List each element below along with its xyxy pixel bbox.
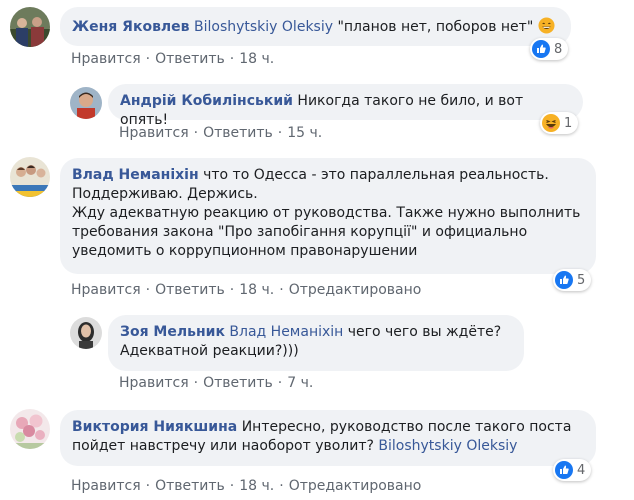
comment-author[interactable]: Андрій Кобилінський xyxy=(120,93,293,109)
separator-dot: · xyxy=(229,282,235,298)
grinning-emoji-icon xyxy=(538,17,555,35)
like-icon xyxy=(555,461,573,479)
comment-author[interactable]: Влад Неманіхін xyxy=(72,167,199,183)
separator-dot: · xyxy=(229,51,235,67)
timestamp[interactable]: 18 ч. xyxy=(239,51,274,67)
comment-text-line: что то Одесса - это параллельная реально… xyxy=(203,167,549,183)
separator-dot: · xyxy=(145,51,151,67)
comment-actions: Нравится · Ответить · 18 ч. xyxy=(71,51,274,67)
comment-text: "планов нет, поборов нет" xyxy=(333,19,538,35)
comment-text-line: Интересно, руководство после такого пост… xyxy=(241,419,572,435)
edited-label[interactable]: Отредактировано xyxy=(289,478,422,494)
mention-link[interactable]: Влад Неманіхін xyxy=(229,324,343,340)
comment-text-line: Адекватной реакции?))) xyxy=(120,343,299,359)
laugh-icon xyxy=(542,114,560,132)
reaction-count: 1 xyxy=(564,115,573,131)
timestamp[interactable]: 18 ч. xyxy=(239,478,274,494)
comment-author[interactable]: Женя Яковлев xyxy=(72,19,190,35)
comment-actions: Нравится · Ответить · 18 ч. · Отредактировано xyxy=(71,478,421,494)
avatar[interactable] xyxy=(10,7,50,47)
avatar[interactable] xyxy=(10,157,50,197)
comment-text-line: Поддерживаю. Держись. xyxy=(72,186,258,202)
comment-bubble: Виктория Ниякшина Интересно, руководство… xyxy=(60,410,596,466)
comment-bubble: Женя Яковлев Biloshytskiy Oleksiy "плано… xyxy=(60,7,571,46)
comment-text-line: требования закона "Про запобігання коруп… xyxy=(72,224,528,240)
comment-text-line: Жду адекватную реакцию от руководства. Т… xyxy=(72,205,581,221)
like-link[interactable]: Нравится xyxy=(71,51,141,67)
comment-text-line: чего чего вы ждёте? xyxy=(347,324,502,340)
comment-bubble: Зоя Мельник Влад Неманіхін чего чего вы … xyxy=(108,315,524,371)
edited-label[interactable]: Отредактировано xyxy=(289,282,422,298)
reply-link[interactable]: Ответить xyxy=(155,478,225,494)
reply-link[interactable]: Ответить xyxy=(203,375,273,391)
reply-link[interactable]: Ответить xyxy=(203,125,273,141)
separator-dot: · xyxy=(229,478,235,494)
comment-actions: Нравится · Ответить · 18 ч. · Отредактировано xyxy=(71,282,421,298)
like-link[interactable]: Нравится xyxy=(119,125,189,141)
comment-author[interactable]: Виктория Ниякшина xyxy=(72,419,237,435)
reply-link[interactable]: Ответить xyxy=(155,51,225,67)
reaction-count: 5 xyxy=(577,272,586,288)
comment-text-line: пойдет навстречу или наоборот уволит? xyxy=(72,438,374,454)
comment-actions: Нравится · Ответить · 15 ч. xyxy=(119,125,322,141)
reaction-summary[interactable]: 8 xyxy=(530,38,569,60)
reply-link[interactable]: Ответить xyxy=(155,282,225,298)
comment-author[interactable]: Зоя Мельник xyxy=(120,324,225,340)
separator-dot: · xyxy=(279,478,284,494)
reaction-summary[interactable]: 4 xyxy=(553,459,592,481)
separator-dot: · xyxy=(193,125,199,141)
separator-dot: · xyxy=(145,478,151,494)
reaction-count: 4 xyxy=(577,462,586,478)
comment-bubble: Андрій Кобилінський Никогда такого не би… xyxy=(108,84,583,128)
timestamp[interactable]: 18 ч. xyxy=(239,282,274,298)
timestamp[interactable]: 7 ч. xyxy=(287,375,313,391)
mention-link[interactable]: Biloshytskiy Oleksiy xyxy=(194,19,333,35)
reaction-count: 8 xyxy=(554,41,563,57)
avatar[interactable] xyxy=(70,317,102,349)
like-link[interactable]: Нравится xyxy=(71,282,141,298)
separator-dot: · xyxy=(145,282,151,298)
reaction-summary[interactable]: 5 xyxy=(553,269,592,291)
separator-dot: · xyxy=(277,125,283,141)
avatar[interactable] xyxy=(10,409,50,449)
mention-link[interactable]: Biloshytskiy Oleksiy xyxy=(378,438,517,454)
separator-dot: · xyxy=(279,282,284,298)
comment-actions: Нравится · Ответить · 7 ч. xyxy=(119,375,313,391)
separator-dot: · xyxy=(277,375,283,391)
avatar[interactable] xyxy=(70,87,102,119)
comment-text-line: уведомить о коррупционном правонарушении xyxy=(72,243,418,259)
like-link[interactable]: Нравится xyxy=(71,478,141,494)
reaction-summary[interactable]: 1 xyxy=(540,112,579,134)
timestamp[interactable]: 15 ч. xyxy=(287,125,322,141)
like-icon xyxy=(532,40,550,58)
like-link[interactable]: Нравится xyxy=(119,375,189,391)
comment-bubble: Влад Неманіхін что то Одесса - это парал… xyxy=(60,158,596,274)
separator-dot: · xyxy=(193,375,199,391)
like-icon xyxy=(555,271,573,289)
